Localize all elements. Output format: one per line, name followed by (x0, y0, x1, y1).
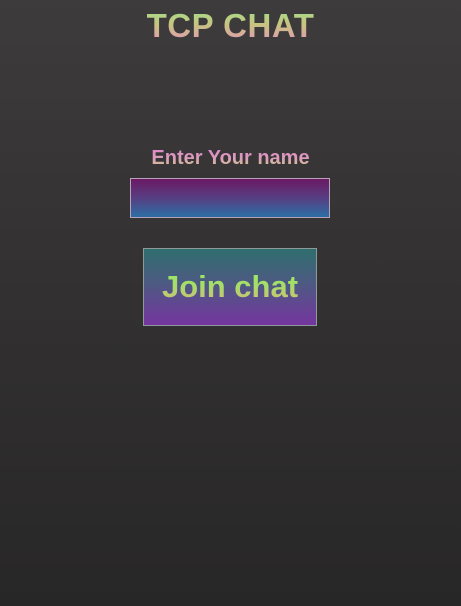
name-input[interactable] (130, 178, 330, 218)
join-chat-button-label: Join chat (161, 269, 299, 304)
name-label: Enter Your name (0, 146, 461, 170)
join-chat-button[interactable]: Join chat (143, 248, 317, 326)
chat-login-screen: TCP CHAT Enter Your name Join chat (0, 0, 461, 606)
app-title: TCP CHAT (0, 6, 461, 46)
